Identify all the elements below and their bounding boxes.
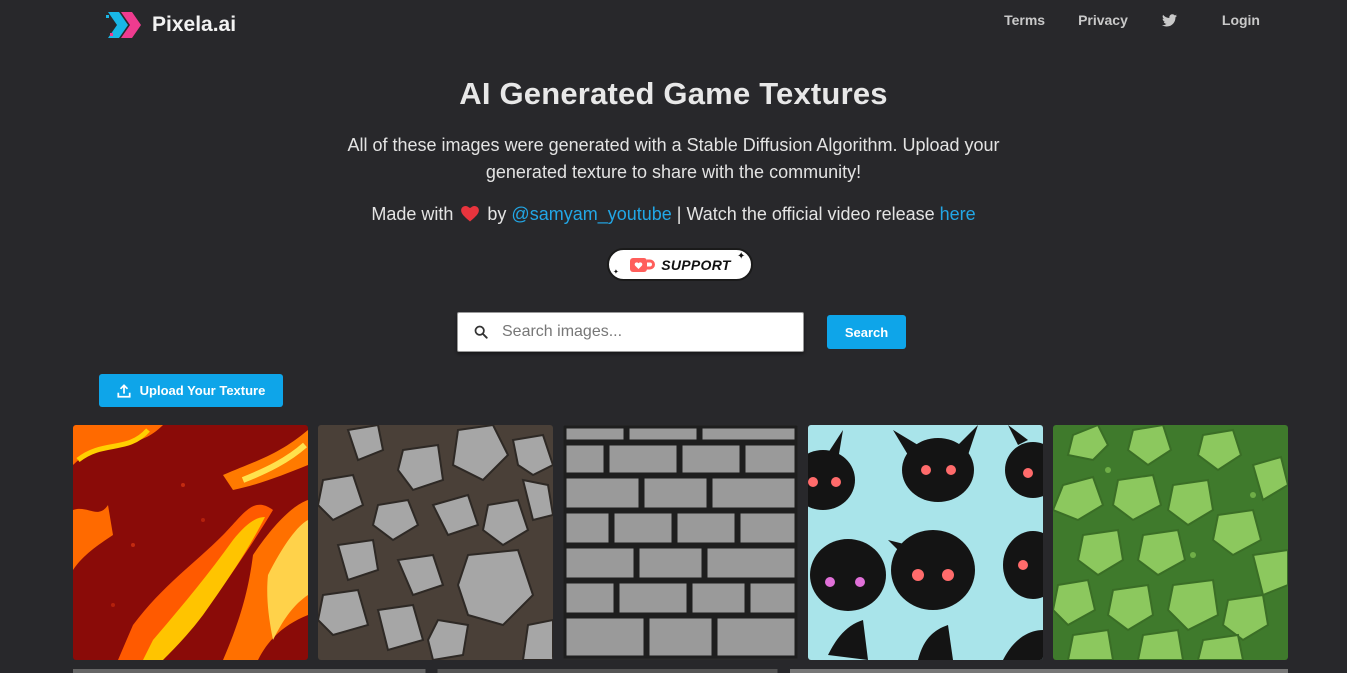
author-link[interactable]: @samyam_youtube [511, 204, 671, 224]
made-with-by: by [487, 204, 507, 224]
upload-label: Upload Your Texture [139, 383, 266, 398]
next-row-preview [73, 669, 1288, 673]
sparkle-small-icon: ✦ [613, 269, 619, 276]
credits-line: Made with by @samyam_youtube | Watch the … [0, 204, 1347, 225]
creature-texture-icon [808, 425, 1043, 660]
made-with-prefix: Made with [371, 204, 454, 224]
heart-icon [461, 206, 480, 222]
kofi-support-button[interactable]: SUPPORT ✦ ✦ [607, 248, 753, 281]
brand-logo[interactable]: Pixela.ai [106, 9, 236, 41]
search-button[interactable]: Search [827, 315, 906, 349]
video-link[interactable]: here [940, 204, 976, 224]
texture-card[interactable] [563, 425, 798, 660]
upload-texture-button[interactable]: Upload Your Texture [99, 374, 283, 407]
leaf-texture-icon [1053, 425, 1288, 660]
upload-icon [117, 383, 131, 398]
support-label: SUPPORT [661, 256, 731, 273]
video-release-text: | Watch the official video release [676, 204, 935, 224]
brand-name: Pixela.ai [152, 13, 237, 36]
nav-login-link[interactable]: Login [1222, 12, 1260, 28]
nav-privacy-link[interactable]: Privacy [1078, 12, 1128, 28]
sparkle-icon: ✦ [737, 251, 746, 262]
nav-links: Terms Privacy Login [1004, 12, 1260, 28]
search-box [457, 312, 804, 352]
texture-grid [73, 425, 1288, 660]
logo-chevrons-icon [106, 12, 141, 38]
hero-section: AI Generated Game Textures All of these … [0, 76, 1347, 225]
search-input[interactable] [502, 317, 803, 347]
lava-texture-icon [73, 425, 308, 660]
search-icon [474, 325, 488, 339]
brick-texture-icon [563, 425, 798, 660]
texture-card[interactable] [318, 425, 553, 660]
top-nav: Pixela.ai Terms Privacy Login [0, 0, 1347, 46]
page-title: AI Generated Game Textures [459, 76, 888, 111]
stone-texture-icon [318, 425, 553, 660]
texture-card[interactable] [1053, 425, 1288, 660]
page-description: All of these images were generated with … [347, 135, 1000, 182]
texture-card[interactable] [73, 425, 308, 660]
twitter-icon[interactable] [1161, 13, 1177, 27]
nav-terms-link[interactable]: Terms [1004, 12, 1045, 28]
kofi-cup-icon [630, 257, 656, 272]
texture-card[interactable] [808, 425, 1043, 660]
